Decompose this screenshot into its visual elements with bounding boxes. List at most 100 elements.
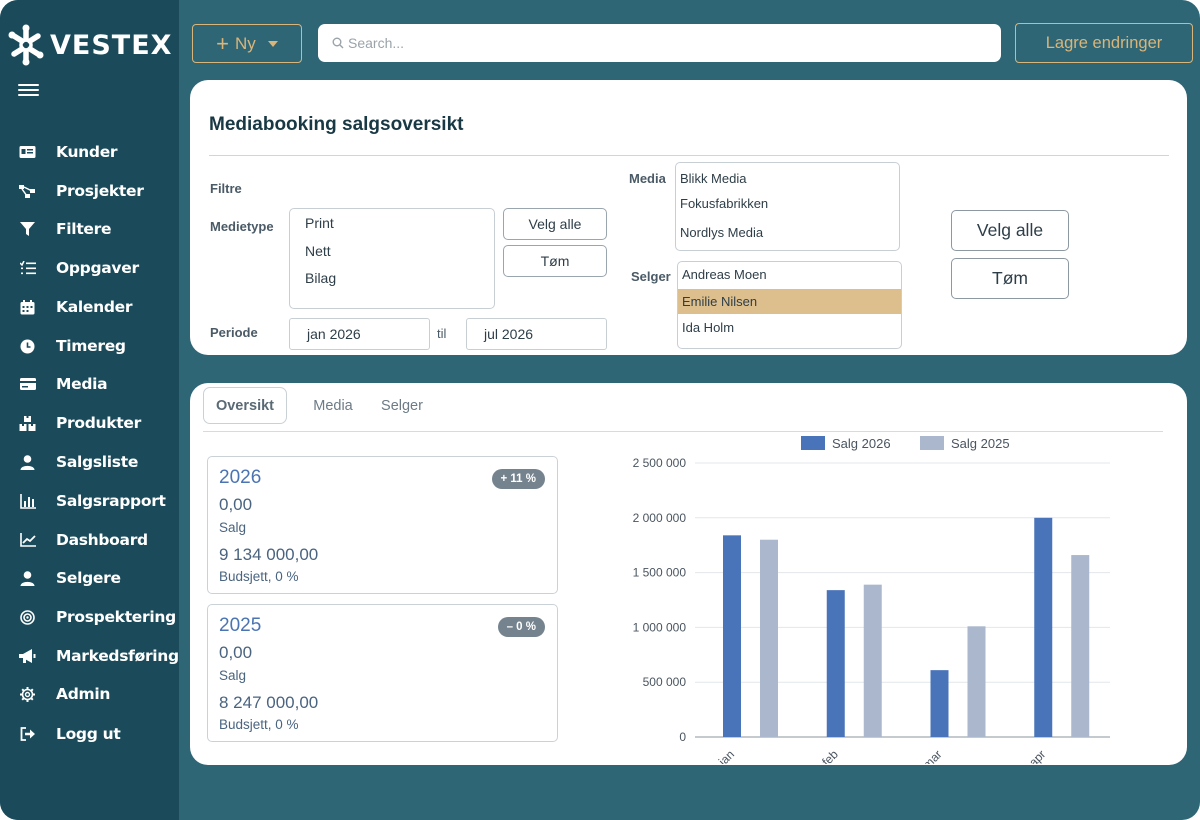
task-list-icon bbox=[19, 260, 36, 277]
sidebar-item-timereg[interactable]: Timereg bbox=[0, 328, 179, 364]
periode-label: Periode bbox=[210, 325, 258, 340]
kpi-budget-label: Budsjett, 0 % bbox=[219, 717, 299, 732]
sidebar-item-prospektering[interactable]: Prospektering bbox=[0, 599, 179, 635]
sidebar-item-label: Salgsrapport bbox=[56, 492, 166, 510]
save-changes-button[interactable]: Lagre endringer bbox=[1015, 23, 1193, 63]
list-item[interactable]: Ida Holm bbox=[678, 320, 901, 340]
sidebar-item-label: Produkter bbox=[56, 414, 141, 432]
new-button-label: Ny bbox=[235, 33, 256, 53]
sidebar-item-produkter[interactable]: Produkter bbox=[0, 405, 179, 441]
new-button[interactable]: + Ny bbox=[192, 24, 302, 63]
tab-media[interactable]: Media bbox=[302, 387, 364, 424]
medietype-label: Medietype bbox=[210, 219, 274, 234]
list-item[interactable]: Bilag bbox=[290, 270, 494, 286]
sidebar-item-logg-ut[interactable]: Logg ut bbox=[0, 716, 179, 752]
list-item-selected[interactable]: Emilie Nilsen bbox=[678, 289, 901, 314]
sidebar-item-markedsforing[interactable]: Markedsføring bbox=[0, 638, 179, 674]
y-tick-label: 2 000 000 bbox=[633, 511, 687, 525]
periode-to-field[interactable]: jul 2026 bbox=[466, 318, 607, 350]
bar-apr-2025 bbox=[1071, 555, 1090, 737]
line-chart-icon bbox=[19, 532, 36, 549]
overview-panel: Oversikt Media Selger 2026 + 11 % 0,00 S… bbox=[190, 383, 1187, 765]
list-item[interactable]: Nordlys Media bbox=[676, 225, 899, 240]
page-title: Mediabooking salgsoversikt bbox=[209, 114, 464, 135]
x-tick-label: jan bbox=[715, 747, 737, 764]
clear-button[interactable]: Tøm bbox=[951, 258, 1069, 299]
sidebar-item-dashboard[interactable]: Dashboard bbox=[0, 522, 179, 558]
user-icon bbox=[19, 570, 36, 587]
sidebar-item-selgere[interactable]: Selgere bbox=[0, 560, 179, 596]
sidebar-item-label: Markedsføring bbox=[56, 647, 179, 665]
brand-logo[interactable]: VESTEX bbox=[6, 22, 172, 68]
filter-panel: Mediabooking salgsoversikt Filtre Mediet… bbox=[190, 80, 1187, 355]
clock-icon bbox=[19, 338, 36, 355]
sidebar-item-label: Selgere bbox=[56, 569, 121, 587]
list-item[interactable]: Fokusfabrikken bbox=[676, 196, 899, 211]
target-icon bbox=[19, 609, 36, 626]
bar-feb-2026 bbox=[826, 590, 845, 737]
media-listbox[interactable]: Blikk Media Fokusfabrikken Nordlys Media bbox=[675, 162, 900, 251]
tab-oversikt[interactable]: Oversikt bbox=[203, 387, 287, 424]
bar-feb-2025 bbox=[863, 584, 882, 737]
search-bar[interactable] bbox=[318, 24, 1001, 62]
megaphone-icon bbox=[19, 648, 36, 665]
sidebar-item-label: Dashboard bbox=[56, 531, 148, 549]
kpi-budget-label: Budsjett, 0 % bbox=[219, 569, 299, 584]
search-input[interactable] bbox=[348, 35, 948, 51]
sidebar: VESTEX Kunder Prosjekter Filtere Oppgave… bbox=[0, 0, 179, 820]
bar-apr-2026 bbox=[1034, 517, 1053, 737]
bar-jan-2025 bbox=[760, 539, 778, 737]
sidebar-item-media[interactable]: Media bbox=[0, 366, 179, 402]
sidebar-item-prosjekter[interactable]: Prosjekter bbox=[0, 173, 179, 209]
kpi-budget-value: 8 247 000,00 bbox=[219, 693, 319, 712]
filters-heading: Filtre bbox=[210, 181, 242, 196]
y-tick-label: 1 000 000 bbox=[633, 620, 687, 634]
sidebar-item-kunder[interactable]: Kunder bbox=[0, 134, 179, 170]
divider bbox=[209, 155, 1169, 156]
selger-listbox[interactable]: Andreas Moen Emilie Nilsen Ida Holm bbox=[677, 261, 902, 349]
y-tick-label: 500 000 bbox=[643, 675, 687, 689]
list-item[interactable]: Print bbox=[290, 215, 494, 231]
sidebar-item-label: Kunder bbox=[56, 143, 118, 161]
selger-label: Selger bbox=[631, 269, 671, 284]
select-all-button[interactable]: Velg alle bbox=[951, 210, 1069, 251]
user-icon bbox=[19, 454, 36, 471]
bar-mar-2026 bbox=[930, 670, 949, 737]
sidebar-item-oppgaver[interactable]: Oppgaver bbox=[0, 250, 179, 286]
id-card-icon bbox=[19, 144, 36, 161]
tab-selger[interactable]: Selger bbox=[371, 387, 433, 424]
periode-from-field[interactable]: jan 2026 bbox=[289, 318, 430, 350]
credit-card-icon bbox=[19, 376, 36, 393]
app-window: VESTEX Kunder Prosjekter Filtere Oppgave… bbox=[0, 0, 1200, 820]
legend-label: Salg 2026 bbox=[832, 436, 891, 451]
sidebar-item-label: Prospektering bbox=[56, 608, 176, 626]
brand-logo-icon bbox=[8, 24, 44, 66]
list-item[interactable]: Andreas Moen bbox=[678, 267, 901, 287]
bar-jan-2026 bbox=[723, 535, 741, 737]
y-tick-label: 0 bbox=[679, 730, 686, 744]
sidebar-item-salgsrapport[interactable]: Salgsrapport bbox=[0, 483, 179, 519]
x-tick-label: mar bbox=[920, 747, 945, 764]
sidebar-item-label: Logg ut bbox=[56, 725, 121, 743]
sidebar-item-salgsliste[interactable]: Salgsliste bbox=[0, 444, 179, 480]
sidebar-item-label: Filtere bbox=[56, 220, 112, 238]
sidebar-item-label: Media bbox=[56, 375, 108, 393]
chevron-down-icon bbox=[267, 40, 278, 47]
sidebar-item-admin[interactable]: Admin bbox=[0, 676, 179, 712]
legend-label: Salg 2025 bbox=[951, 436, 1010, 451]
change-badge: + 11 % bbox=[491, 469, 545, 489]
medietype-clear-button[interactable]: Tøm bbox=[503, 245, 607, 277]
medietype-listbox[interactable]: Print Nett Bilag bbox=[289, 208, 495, 309]
sales-bar-chart: 0 500 000 1 000 000 1 500 000 2 000 000 2 500… bbox=[633, 436, 1110, 764]
legend-swatch bbox=[920, 436, 944, 450]
sidebar-item-kalender[interactable]: Kalender bbox=[0, 289, 179, 325]
kpi-card-2025: 2025 – 0 % 0,00 Salg 8 247 000,00 Budsje… bbox=[207, 604, 558, 742]
menu-toggle-icon[interactable] bbox=[18, 83, 39, 98]
sidebar-item-label: Admin bbox=[56, 685, 111, 703]
medietype-select-all-button[interactable]: Velg alle bbox=[503, 208, 607, 240]
sidebar-item-filtere[interactable]: Filtere bbox=[0, 211, 179, 247]
periode-separator: til bbox=[437, 326, 447, 341]
list-item[interactable]: Blikk Media bbox=[676, 171, 899, 186]
list-item[interactable]: Nett bbox=[290, 243, 494, 259]
bar-chart-icon bbox=[19, 493, 36, 510]
